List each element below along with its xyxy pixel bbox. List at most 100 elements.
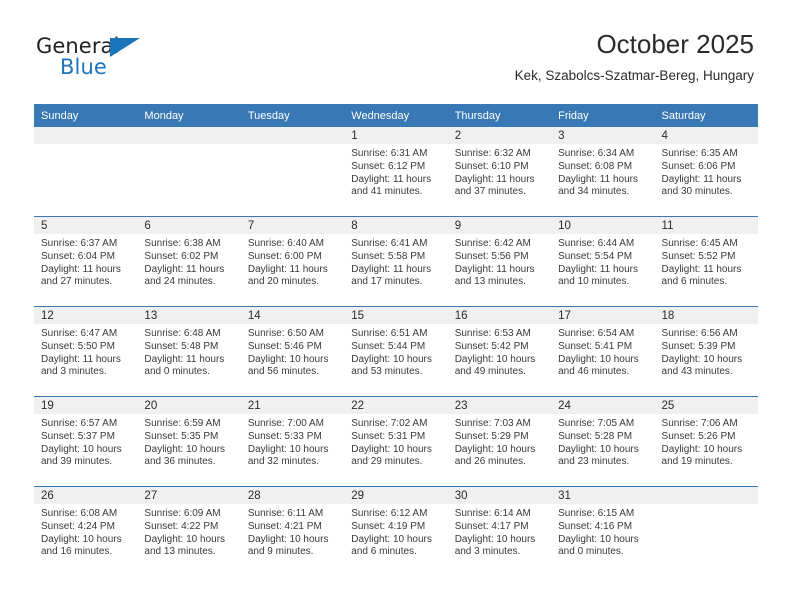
- daylight-text: and 26 minutes.: [454, 456, 526, 468]
- calendar-day-cell[interactable]: 4 Sunrise: 6:35 AM Sunset: 6:06 PM Daylight…: [654, 127, 758, 217]
- calendar-day-cell[interactable]: 16 Sunrise: 6:53 AM Sunset: 5:42 PM Dayligh…: [447, 306, 552, 397]
- calendar-day-cell[interactable]: 17 Sunrise: 6:54 AM Sunset: 5:41 PM Dayligh…: [551, 306, 655, 397]
- daylight-text: Daylight: 10 hours: [351, 353, 432, 365]
- calendar-day-cell[interactable]: 5 Sunrise: 6:37 AM Sunset: 6:04 PM Daylight…: [34, 216, 138, 307]
- daylight-text: Daylight: 10 hours: [558, 533, 639, 545]
- calendar-day-cell[interactable]: 2 Sunrise: 6:32 AM Sunset: 6:10 PM Daylight…: [447, 127, 552, 217]
- day-details: Sunrise: 6:45 AM Sunset: 5:52 PM Daylight:…: [655, 234, 758, 289]
- sunrise-text: Sunrise: 7:02 AM: [351, 418, 428, 429]
- weekday-header: Monday: [137, 104, 241, 127]
- daylight-text: Daylight: 10 hours: [41, 533, 122, 545]
- sunset-text: Sunset: 4:19 PM: [351, 520, 426, 532]
- daylight-text: Daylight: 10 hours: [454, 443, 536, 455]
- day-details: Sunrise: 7:03 AM Sunset: 5:29 PM Daylight:…: [448, 414, 551, 469]
- day-number: 23: [447, 397, 552, 414]
- calendar-day-cell[interactable]: 13 Sunrise: 6:48 AM Sunset: 5:48 PM Dayligh…: [137, 306, 241, 397]
- calendar-day-cell[interactable]: 29 Sunrise: 6:12 AM Sunset: 4:19 PM Dayligh…: [344, 486, 448, 576]
- calendar-day-cell[interactable]: 10 Sunrise: 6:44 AM Sunset: 5:54 PM Dayligh…: [551, 216, 655, 307]
- calendar-day-cell[interactable]: 12 Sunrise: 6:47 AM Sunset: 5:50 PM Dayligh…: [34, 306, 138, 397]
- calendar-day-cell[interactable]: 26 Sunrise: 6:08 AM Sunset: 4:24 PM Dayligh…: [34, 486, 138, 576]
- calendar-day-cell[interactable]: 19 Sunrise: 6:57 AM Sunset: 5:37 PM Dayligh…: [34, 396, 138, 487]
- calendar-day-cell[interactable]: [137, 127, 241, 217]
- daylight-text: and 32 minutes.: [247, 456, 320, 468]
- sunrise-text: Sunrise: 7:05 AM: [558, 418, 635, 429]
- daylight-text: Daylight: 11 hours: [41, 353, 121, 365]
- day-details: Sunrise: 6:31 AM Sunset: 6:12 PM Daylight:…: [344, 144, 447, 199]
- day-details: Sunrise: 6:59 AM Sunset: 5:35 PM Daylight:…: [137, 414, 240, 469]
- calendar-day-cell[interactable]: 25 Sunrise: 7:06 AM Sunset: 5:26 PM Dayligh…: [654, 396, 758, 487]
- calendar-day-cell[interactable]: 11 Sunrise: 6:45 AM Sunset: 5:52 PM Dayligh…: [654, 216, 758, 307]
- daylight-text: Daylight: 10 hours: [144, 533, 226, 545]
- daylight-text: Daylight: 11 hours: [661, 263, 742, 275]
- daylight-text: and 41 minutes.: [351, 186, 423, 198]
- day-details: Sunrise: 6:57 AM Sunset: 5:37 PM Daylight:…: [34, 414, 137, 469]
- sunset-text: Sunset: 5:56 PM: [454, 250, 529, 262]
- calendar-day-cell[interactable]: 14 Sunrise: 6:50 AM Sunset: 5:46 PM Dayligh…: [240, 306, 345, 397]
- sunrise-text: Sunrise: 6:31 AM: [351, 148, 428, 159]
- calendar-day-cell[interactable]: 27 Sunrise: 6:09 AM Sunset: 4:22 PM Dayligh…: [137, 486, 241, 576]
- day-cell: 15 Sunrise: 6:51 AM Sunset: 5:44 PM Dayligh…: [344, 307, 448, 396]
- daylight-text: Daylight: 10 hours: [351, 443, 432, 455]
- day-cell: 14 Sunrise: 6:50 AM Sunset: 5:46 PM Dayligh…: [240, 307, 345, 396]
- sunrise-sunset-calendar: Sunday Monday Tuesday Wednesday Thursday Frid…: [34, 104, 758, 576]
- sunset-text: Sunset: 5:39 PM: [661, 340, 736, 352]
- calendar-day-cell[interactable]: [240, 127, 345, 217]
- sunset-text: Sunset: 4:24 PM: [41, 520, 115, 532]
- day-number: 14: [240, 307, 345, 324]
- calendar-week-row: 5 Sunrise: 6:37 AM Sunset: 6:04 PM Daylight…: [34, 216, 758, 307]
- calendar-day-cell[interactable]: [654, 486, 758, 576]
- day-cell: 3 Sunrise: 6:34 AM Sunset: 6:08 PM Daylight…: [551, 127, 655, 216]
- calendar-day-cell[interactable]: 6 Sunrise: 6:38 AM Sunset: 6:02 PM Daylight…: [137, 216, 241, 307]
- day-cell: 17 Sunrise: 6:54 AM Sunset: 5:41 PM Dayligh…: [551, 307, 655, 396]
- calendar-header-row: Sunday Monday Tuesday Wednesday Thursday Frid…: [34, 104, 758, 127]
- day-details: Sunrise: 6:15 AM Sunset: 4:16 PM Daylight:…: [551, 504, 654, 559]
- daylight-text: Daylight: 10 hours: [247, 353, 329, 365]
- daylight-text: Daylight: 11 hours: [558, 173, 638, 185]
- calendar-day-cell[interactable]: 23 Sunrise: 7:03 AM Sunset: 5:29 PM Dayligh…: [447, 396, 552, 487]
- calendar-day-cell[interactable]: 30 Sunrise: 6:14 AM Sunset: 4:17 PM Dayligh…: [447, 486, 552, 576]
- calendar-day-cell[interactable]: 18 Sunrise: 6:56 AM Sunset: 5:39 PM Dayligh…: [654, 306, 758, 397]
- calendar-day-cell[interactable]: 22 Sunrise: 7:02 AM Sunset: 5:31 PM Dayligh…: [344, 396, 448, 487]
- day-cell: 5 Sunrise: 6:37 AM Sunset: 6:04 PM Daylight…: [34, 217, 138, 306]
- daylight-text: and 29 minutes.: [351, 456, 423, 468]
- calendar-day-cell[interactable]: 15 Sunrise: 6:51 AM Sunset: 5:44 PM Dayligh…: [344, 306, 448, 397]
- sunset-text: Sunset: 4:16 PM: [558, 520, 633, 532]
- calendar-day-cell[interactable]: 28 Sunrise: 6:11 AM Sunset: 4:21 PM Dayligh…: [240, 486, 345, 576]
- calendar-day-cell[interactable]: 24 Sunrise: 7:05 AM Sunset: 5:28 PM Dayligh…: [551, 396, 655, 487]
- calendar-day-cell[interactable]: 20 Sunrise: 6:59 AM Sunset: 5:35 PM Dayligh…: [137, 396, 241, 487]
- day-details: Sunrise: 7:00 AM Sunset: 5:33 PM Daylight:…: [241, 414, 344, 469]
- page-header: General Blue October 2025 Kek, Szabolcs-…: [0, 0, 792, 100]
- daylight-text: and 10 minutes.: [558, 276, 630, 288]
- day-cell: 19 Sunrise: 6:57 AM Sunset: 5:37 PM Dayligh…: [34, 397, 138, 486]
- daylight-text: Daylight: 11 hours: [454, 263, 535, 275]
- daylight-text: and 56 minutes.: [247, 366, 320, 378]
- daylight-text: Daylight: 10 hours: [144, 443, 226, 455]
- daylight-text: and 39 minutes.: [41, 456, 113, 468]
- sunset-text: Sunset: 4:21 PM: [247, 520, 322, 532]
- calendar-day-cell[interactable]: 1 Sunrise: 6:31 AM Sunset: 6:12 PM Daylight…: [344, 127, 448, 217]
- day-number: 10: [551, 217, 655, 234]
- sunset-text: Sunset: 5:41 PM: [558, 340, 633, 352]
- calendar-day-cell[interactable]: 31 Sunrise: 6:15 AM Sunset: 4:16 PM Dayligh…: [551, 486, 655, 576]
- weekday-header: Thursday: [447, 104, 552, 127]
- day-details: Sunrise: 7:02 AM Sunset: 5:31 PM Daylight:…: [344, 414, 447, 469]
- sunset-text: Sunset: 4:17 PM: [454, 520, 529, 532]
- daylight-text: Daylight: 11 hours: [41, 263, 121, 275]
- daylight-text: and 3 minutes.: [454, 546, 521, 558]
- general-blue-logo: General Blue: [36, 34, 186, 82]
- day-cell: 25 Sunrise: 7:06 AM Sunset: 5:26 PM Dayligh…: [654, 397, 758, 486]
- calendar-day-cell[interactable]: [34, 127, 138, 217]
- calendar-day-cell[interactable]: 21 Sunrise: 7:00 AM Sunset: 5:33 PM Dayligh…: [240, 396, 345, 487]
- calendar-day-cell[interactable]: 8 Sunrise: 6:41 AM Sunset: 5:58 PM Daylight…: [344, 216, 448, 307]
- day-number: 7: [240, 217, 345, 234]
- sunrise-text: Sunrise: 6:14 AM: [454, 508, 531, 519]
- daylight-text: Daylight: 10 hours: [661, 353, 743, 365]
- sunset-text: Sunset: 4:22 PM: [144, 520, 219, 532]
- day-details: Sunrise: 6:32 AM Sunset: 6:10 PM Daylight:…: [448, 144, 551, 199]
- daylight-text: and 3 minutes.: [41, 366, 107, 378]
- calendar-day-cell[interactable]: 9 Sunrise: 6:42 AM Sunset: 5:56 PM Daylight…: [447, 216, 552, 307]
- calendar-day-cell[interactable]: 7 Sunrise: 6:40 AM Sunset: 6:00 PM Daylight…: [240, 216, 345, 307]
- day-number: 9: [447, 217, 552, 234]
- day-number: 30: [447, 487, 552, 504]
- calendar-day-cell[interactable]: 3 Sunrise: 6:34 AM Sunset: 6:08 PM Daylight…: [551, 127, 655, 217]
